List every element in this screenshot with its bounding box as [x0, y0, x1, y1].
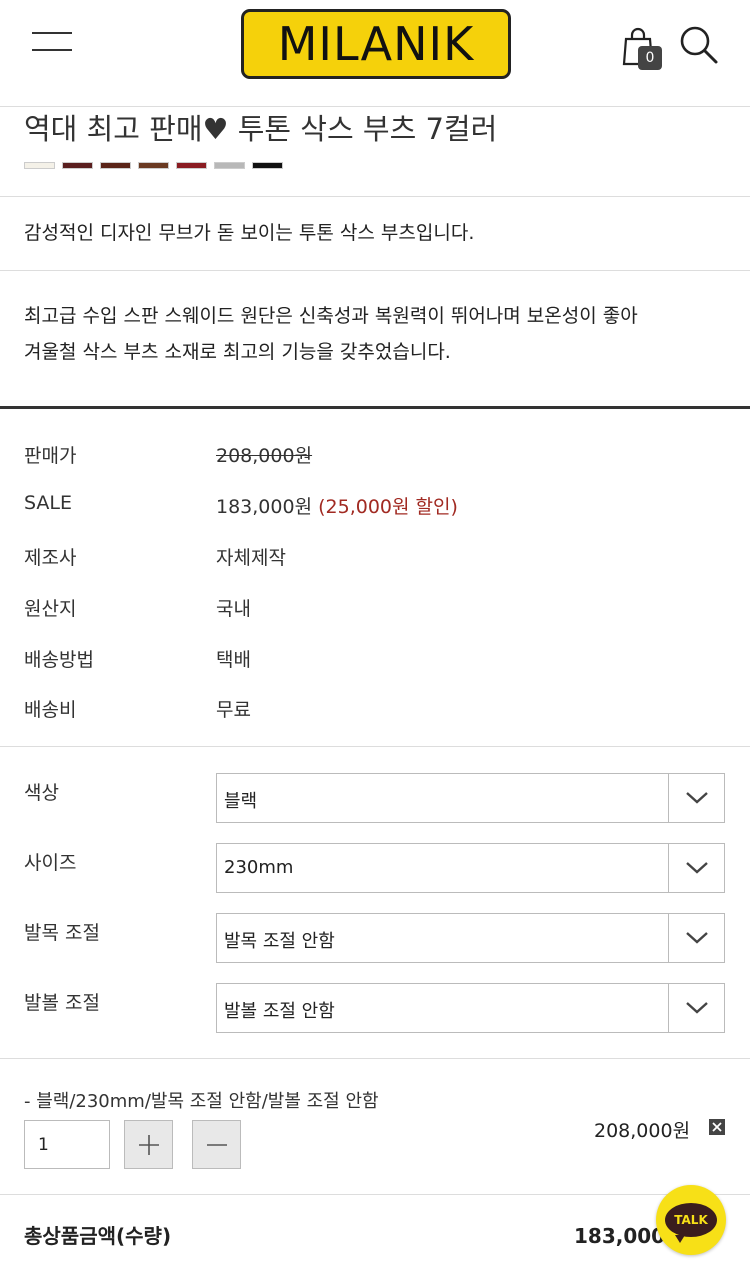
ankle-select-value: 발목 조절 안함: [224, 931, 335, 952]
quantity-increase-button[interactable]: [124, 1120, 173, 1169]
swatch-7[interactable]: [252, 162, 283, 169]
divider: [0, 270, 750, 271]
color-option-label: 색상: [24, 782, 59, 804]
maker-label: 제조사: [24, 547, 77, 569]
ankle-option-label: 발목 조절: [24, 922, 100, 944]
size-select[interactable]: 230mm: [216, 843, 725, 893]
divider: [0, 196, 750, 197]
header: MILANIK 0: [0, 0, 750, 79]
ankle-select[interactable]: 발목 조절 안함: [216, 913, 725, 963]
discount-amount: (25,000원 할인): [318, 496, 458, 518]
divider: [0, 1194, 750, 1195]
remove-item-button[interactable]: [709, 1119, 725, 1135]
chevron-down-icon: [668, 914, 724, 962]
logo-text: MILANIK: [277, 17, 475, 71]
origin-value: 국내: [216, 598, 251, 620]
section-divider: [0, 406, 750, 409]
chevron-down-icon: [668, 774, 724, 822]
color-select-value: 블랙: [224, 791, 258, 812]
maker-value: 자체제작: [216, 547, 286, 569]
size-select-value: 230mm: [224, 857, 294, 878]
ball-select-value: 발볼 조절 안함: [224, 1001, 335, 1022]
minus-icon: [206, 1143, 227, 1146]
talk-label: TALK: [674, 1213, 708, 1227]
chevron-down-icon: [668, 984, 724, 1032]
sale-price-row: 183,000원 (25,000원 할인): [216, 492, 458, 519]
product-summary: 감성적인 디자인 무브가 돋 보이는 투톤 삭스 부츠입니다.: [24, 222, 475, 244]
sale-label: SALE: [24, 492, 73, 514]
swatch-5[interactable]: [176, 162, 207, 169]
swatch-1[interactable]: [24, 162, 55, 169]
menu-icon[interactable]: [32, 30, 72, 54]
product-description: 최고급 수입 스판 스웨이드 원단은 신축성과 복원력이 뛰어나며 보온성이 좋…: [24, 298, 638, 370]
divider: [0, 1058, 750, 1059]
shipping-fee-label: 배송비: [24, 699, 77, 721]
plus-icon: [138, 1134, 159, 1155]
swatch-3[interactable]: [100, 162, 131, 169]
kakao-talk-button[interactable]: TALK: [656, 1185, 726, 1255]
chat-bubble-icon: TALK: [665, 1203, 717, 1243]
selected-item-price: 208,000원: [594, 1120, 691, 1142]
description-line: 겨울철 삭스 부츠 소재로 최고의 기능을 갖추었습니다.: [24, 341, 451, 363]
swatch-6[interactable]: [214, 162, 245, 169]
swatch-4[interactable]: [138, 162, 169, 169]
cart-count-badge: 0: [638, 46, 662, 70]
price-label: 판매가: [24, 445, 77, 467]
search-button[interactable]: [678, 24, 720, 66]
cart-button[interactable]: 0: [620, 26, 662, 70]
logo[interactable]: MILANIK: [241, 9, 511, 79]
ball-select[interactable]: 발볼 조절 안함: [216, 983, 725, 1033]
selected-option-summary: - 블랙/230mm/발목 조절 안함/발볼 조절 안함: [24, 1091, 379, 1112]
shipping-fee-value: 무료: [216, 699, 251, 721]
chevron-down-icon: [668, 844, 724, 892]
sale-price: 183,000원: [216, 496, 313, 518]
quantity-input[interactable]: [24, 1120, 110, 1169]
size-option-label: 사이즈: [24, 852, 77, 874]
total-label: 총상품금액(수량): [24, 1224, 172, 1248]
color-select[interactable]: 블랙: [216, 773, 725, 823]
original-price: 208,000원: [216, 445, 313, 467]
close-icon: [712, 1122, 722, 1132]
ball-option-label: 발볼 조절: [24, 992, 100, 1014]
description-line: 최고급 수입 스판 스웨이드 원단은 신축성과 복원력이 뛰어나며 보온성이 좋…: [24, 305, 638, 327]
shipping-method-value: 택배: [216, 649, 251, 671]
swatch-2[interactable]: [62, 162, 93, 169]
divider: [0, 746, 750, 747]
color-swatches: [24, 162, 290, 169]
shipping-method-label: 배송방법: [24, 649, 94, 671]
product-title: 역대 최고 판매♥ 투톤 삭스 부츠 7컬러: [24, 112, 498, 146]
origin-label: 원산지: [24, 598, 77, 620]
quantity-decrease-button[interactable]: [192, 1120, 241, 1169]
search-icon: [680, 26, 718, 64]
